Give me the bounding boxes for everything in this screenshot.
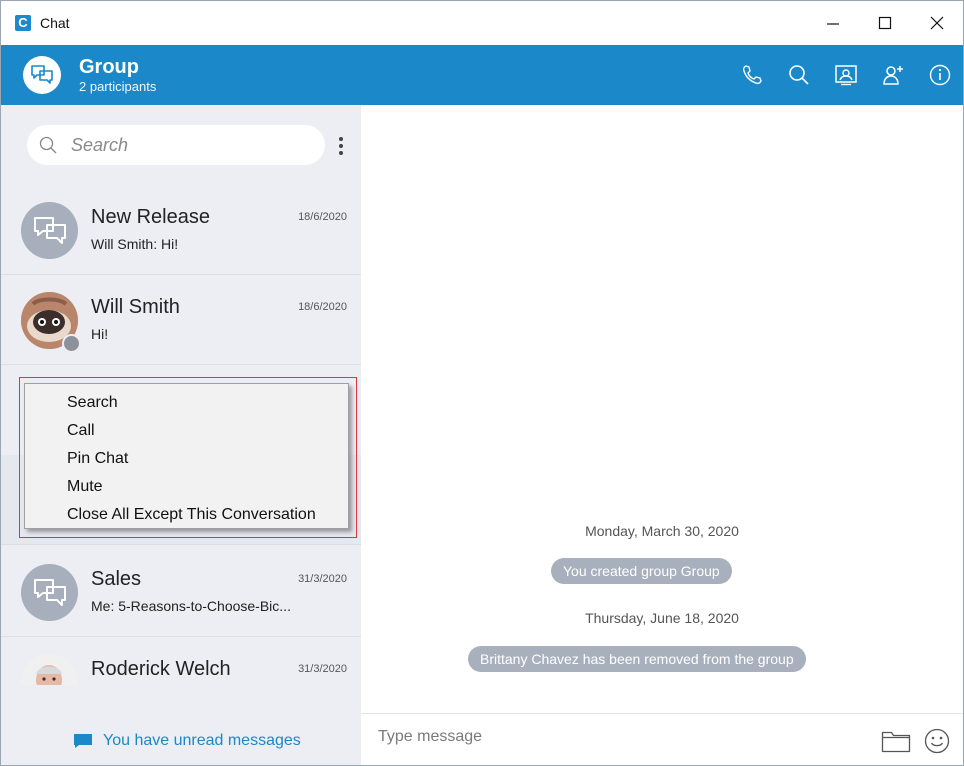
conversation-avatar	[21, 202, 78, 259]
chat-window: C Chat Group 2 participants Search New R…	[0, 0, 964, 766]
conversation-header: Group 2 participants	[1, 45, 963, 105]
maximize-icon	[878, 16, 892, 30]
date-separator: Monday, March 30, 2020	[585, 523, 739, 539]
window-title: Chat	[40, 15, 70, 31]
menu-item-pin-chat[interactable]: Pin Chat	[25, 447, 348, 475]
group-chat-icon	[33, 216, 66, 244]
more-dot	[339, 151, 343, 155]
menu-item-close-all-except[interactable]: Close All Except This Conversation	[25, 503, 348, 531]
close-icon	[930, 16, 944, 30]
search-box[interactable]	[27, 125, 325, 165]
chat-bubble-icon	[74, 734, 92, 748]
search-icon	[788, 65, 809, 85]
group-avatar[interactable]	[23, 56, 61, 94]
system-event: Brittany Chavez has been removed from th…	[468, 646, 806, 672]
screen-share-button[interactable]	[822, 45, 869, 105]
screen-share-icon	[834, 65, 857, 86]
conversation-item[interactable]: Will Smith Hi! 18/6/2020	[1, 275, 361, 365]
conversation-item[interactable]: Roderick Welch 31/3/2020	[1, 637, 361, 685]
more-dot	[339, 144, 343, 148]
conversation-item[interactable]: New Release Will Smith: Hi! 18/6/2020	[1, 185, 361, 275]
message-area: Monday, March 30, 2020 You created group…	[361, 105, 963, 713]
app-logo-icon: C	[15, 15, 31, 31]
emoji-button[interactable]	[921, 727, 953, 755]
conversation-name: Will Smith	[91, 296, 180, 318]
conversation-preview: Me: 5-Reasons-to-Choose-Bic...	[91, 598, 291, 614]
conversation-avatar	[21, 564, 78, 621]
conversation-date: 18/6/2020	[298, 211, 347, 223]
unread-messages-link[interactable]: You have unread messages	[73, 732, 301, 750]
participant-count[interactable]: 2 participants	[79, 79, 156, 95]
title-bar: C Chat	[1, 1, 963, 45]
add-participant-icon	[882, 66, 903, 85]
call-button[interactable]	[728, 45, 775, 105]
conversation-date: 31/3/2020	[298, 573, 347, 585]
system-event: You created group Group	[551, 558, 732, 584]
conversation-title: Group	[79, 55, 139, 78]
group-chat-icon	[31, 65, 53, 84]
menu-item-search[interactable]: Search	[25, 391, 348, 419]
conversation-name: Roderick Welch	[91, 658, 231, 680]
header-actions	[728, 45, 963, 105]
presence-indicator	[62, 334, 81, 353]
conversation-item[interactable]: Sales Me: 5-Reasons-to-Choose-Bic... 31/…	[1, 547, 361, 637]
info-icon	[929, 64, 950, 86]
unread-messages-text: You have unread messages	[103, 732, 301, 749]
menu-item-call[interactable]: Call	[25, 419, 348, 447]
maximize-button[interactable]	[859, 1, 911, 45]
menu-item-mute[interactable]: Mute	[25, 475, 348, 503]
context-menu: Search Call Pin Chat Mute Close All Exce…	[24, 383, 349, 529]
conversation-preview: Hi!	[91, 326, 109, 342]
conversation-date: 31/3/2020	[298, 663, 347, 675]
search-input[interactable]	[71, 134, 311, 156]
add-participant-button[interactable]	[869, 45, 916, 105]
message-input[interactable]	[378, 728, 858, 746]
phone-icon	[742, 65, 762, 85]
more-dot	[339, 137, 343, 141]
search-icon	[39, 136, 57, 154]
info-button[interactable]	[916, 45, 963, 105]
attach-file-button[interactable]	[880, 727, 912, 755]
group-chat-icon	[33, 578, 66, 606]
conversation-date: 18/6/2020	[298, 301, 347, 313]
conversation-name: New Release	[91, 206, 210, 228]
window-controls	[807, 1, 963, 45]
minimize-button[interactable]	[807, 1, 859, 45]
close-button[interactable]	[911, 1, 963, 45]
search-chat-button[interactable]	[775, 45, 822, 105]
user-photo	[21, 654, 78, 685]
user-photo-image	[21, 654, 78, 685]
conversation-preview: Will Smith: Hi!	[91, 236, 179, 252]
emoji-icon	[924, 728, 950, 754]
more-options-button[interactable]	[333, 133, 349, 159]
message-composer	[361, 713, 963, 765]
folder-icon	[881, 731, 911, 753]
conversation-name: Sales	[91, 568, 142, 590]
date-separator: Thursday, June 18, 2020	[585, 610, 739, 626]
minimize-icon	[827, 23, 839, 25]
